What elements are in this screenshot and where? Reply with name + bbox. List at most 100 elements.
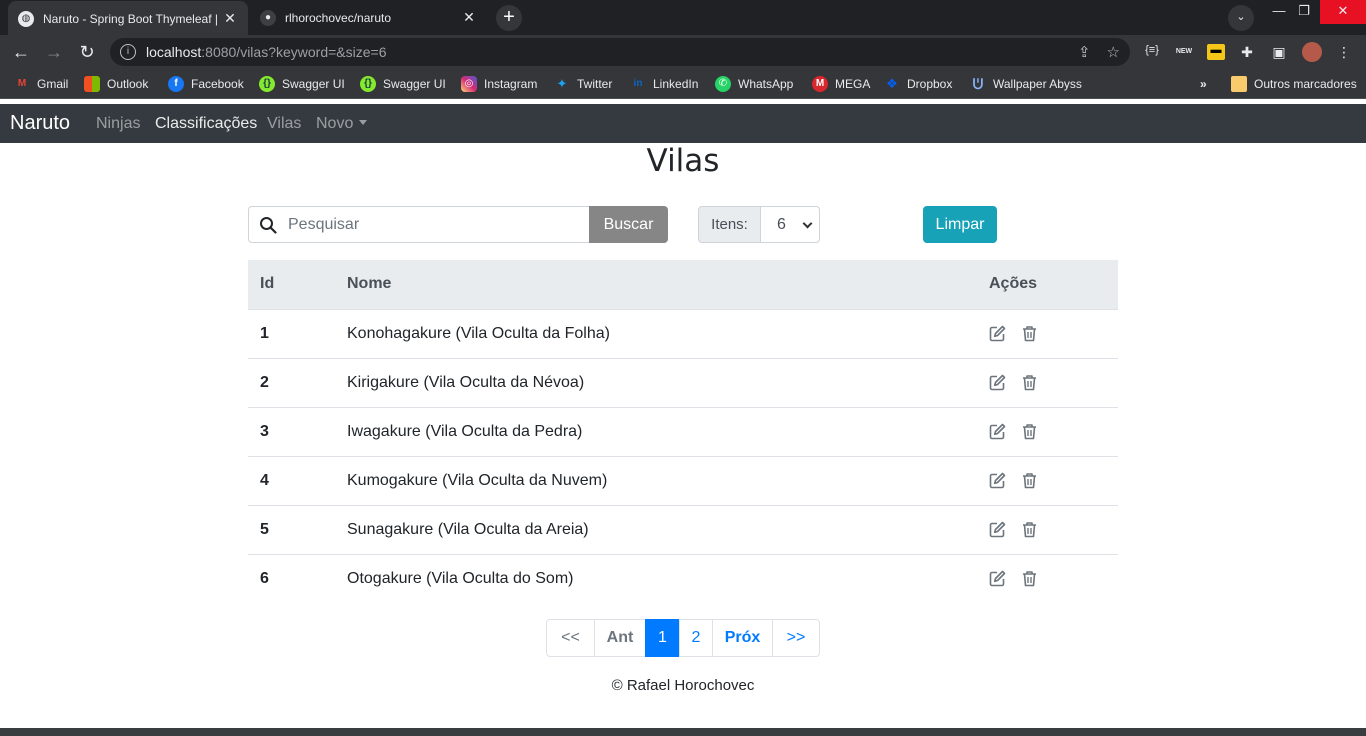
extension-new-icon[interactable]: NEW	[1175, 44, 1193, 60]
extension-json-icon[interactable]: {≡}	[1143, 44, 1161, 60]
bookmark-mega[interactable]: M MEGA	[812, 75, 870, 93]
tab-github[interactable]: ● rlhorochovec/naruto ✕	[250, 0, 487, 35]
bookmark-swagger-2[interactable]: {} Swagger UI	[360, 75, 446, 93]
row-actions	[977, 505, 1118, 554]
row-id: 4	[260, 471, 269, 489]
side-panel-icon[interactable]: ▣	[1270, 44, 1288, 60]
page-first[interactable]: <<	[546, 619, 595, 657]
edit-icon[interactable]	[989, 374, 1006, 391]
browser-tab-strip: ◍ Naruto - Spring Boot Thymeleaf | ✕ ● r…	[0, 0, 1366, 36]
page-previous[interactable]: Ant	[594, 619, 646, 657]
page-last[interactable]: >>	[772, 619, 820, 657]
menu-icon[interactable]: ⋮	[1335, 44, 1353, 60]
row-actions	[977, 456, 1118, 505]
row-actions	[977, 309, 1118, 358]
edit-icon[interactable]	[989, 325, 1006, 342]
edit-icon[interactable]	[989, 521, 1006, 538]
bookmark-linkedin[interactable]: in LinkedIn	[630, 75, 698, 93]
reload-icon[interactable]: ↻	[75, 40, 99, 64]
table-row: 6 Otogakure (Vila Oculta do Som)	[248, 554, 1118, 603]
app-navbar: Naruto Ninjas Classificações Vilas Novo	[0, 104, 1366, 143]
address-bar[interactable]: i localhost:8080/vilas?keyword=&size=6 ⇪…	[110, 38, 1130, 66]
tab-naruto[interactable]: ◍ Naruto - Spring Boot Thymeleaf | ✕	[8, 1, 248, 36]
bookmarks-overflow-icon[interactable]: »	[1200, 75, 1207, 93]
trash-icon[interactable]	[1021, 325, 1038, 342]
bookmark-whatsapp[interactable]: ✆ WhatsApp	[715, 75, 793, 93]
mega-icon: M	[812, 76, 828, 92]
nav-link-classificacoes[interactable]: Classificações	[155, 115, 257, 133]
page-2[interactable]: 2	[679, 619, 713, 657]
window-close-icon[interactable]: ✕	[1320, 0, 1366, 24]
search-input[interactable]	[288, 215, 568, 234]
trash-icon[interactable]	[1021, 472, 1038, 489]
table-header-row: Id Nome Ações	[248, 260, 1118, 310]
avatar[interactable]	[1302, 42, 1322, 62]
tab-search-button[interactable]: ⌄	[1228, 5, 1254, 31]
nav-link-ninjas[interactable]: Ninjas	[96, 115, 140, 133]
bookmark-gmail[interactable]: M Gmail	[14, 75, 69, 93]
row-id: 6	[260, 569, 269, 587]
folder-icon	[1231, 76, 1247, 92]
bookmark-outlook[interactable]: Outlook	[84, 75, 148, 93]
bookmark-dropbox[interactable]: ❖ Dropbox	[884, 75, 952, 93]
search-group: Buscar	[248, 206, 668, 243]
swagger-icon: {}	[259, 76, 275, 92]
other-bookmarks-folder[interactable]: Outros marcadores	[1231, 75, 1357, 93]
bookmark-swagger-1[interactable]: {} Swagger UI	[259, 75, 345, 93]
wallpaper-abyss-icon: ᕫ	[970, 76, 986, 92]
nav-link-vilas[interactable]: Vilas	[267, 115, 301, 133]
row-actions	[977, 358, 1118, 407]
column-header-id: Id	[248, 260, 335, 310]
search-icon	[260, 216, 277, 234]
page-1[interactable]: 1	[645, 619, 680, 657]
vilas-table: Id Nome Ações 1 Konohagakure (Vila Ocult…	[248, 260, 1118, 603]
bookmark-twitter[interactable]: ✦ Twitter	[554, 75, 613, 93]
edit-icon[interactable]	[989, 472, 1006, 489]
table-row: 1 Konohagakure (Vila Oculta da Folha)	[248, 309, 1118, 358]
extension-folder-icon[interactable]: ▬	[1207, 44, 1225, 60]
page-title: Vilas	[646, 143, 720, 179]
row-nome: Kumogakure (Vila Oculta da Nuvem)	[347, 471, 608, 489]
share-icon[interactable]: ⇪	[1078, 43, 1091, 61]
search-button[interactable]: Buscar	[589, 206, 668, 243]
trash-icon[interactable]	[1021, 521, 1038, 538]
items-per-page-select[interactable]: 6	[761, 206, 820, 243]
items-per-page-group: Itens: 6	[698, 206, 820, 243]
new-tab-button[interactable]: +	[496, 5, 522, 31]
trash-icon[interactable]	[1021, 374, 1038, 391]
nav-dropdown-novo[interactable]: Novo	[316, 115, 368, 133]
column-header-nome: Nome	[335, 260, 977, 310]
facebook-icon: f	[168, 76, 184, 92]
trash-icon[interactable]	[1021, 570, 1038, 587]
chevron-down-icon	[802, 218, 813, 229]
table-row: 5 Sunagakure (Vila Oculta da Areia)	[248, 505, 1118, 554]
close-tab-icon[interactable]: ✕	[461, 9, 477, 26]
row-nome: Otogakure (Vila Oculta do Som)	[347, 569, 574, 587]
bookmarks-bar: M Gmail Outlook f Facebook {} Swagger UI {}…	[0, 69, 1366, 99]
bookmark-facebook[interactable]: f Facebook	[168, 75, 244, 93]
puzzle-icon[interactable]: ✚	[1238, 44, 1256, 60]
bookmark-star-icon[interactable]: ☆	[1107, 43, 1120, 61]
edit-icon[interactable]	[989, 570, 1006, 587]
url-host: localhost	[146, 44, 202, 60]
close-tab-icon[interactable]: ✕	[222, 10, 238, 27]
table-row: 2 Kirigakure (Vila Oculta da Névoa)	[248, 358, 1118, 407]
bookmark-wallpaper-abyss[interactable]: ᕫ Wallpaper Abyss	[970, 75, 1082, 93]
microsoft-icon	[84, 76, 100, 92]
edit-icon[interactable]	[989, 423, 1006, 440]
page-next[interactable]: Próx	[712, 619, 773, 657]
trash-icon[interactable]	[1021, 423, 1038, 440]
browser-toolbar: ← → ↻ i localhost:8080/vilas?keyword=&si…	[0, 35, 1366, 69]
navbar-brand[interactable]: Naruto	[10, 112, 70, 135]
gmail-icon: M	[17, 78, 27, 89]
forward-icon[interactable]: →	[42, 40, 66, 64]
row-nome: Kirigakure (Vila Oculta da Névoa)	[347, 373, 585, 391]
swagger-icon: {}	[360, 76, 376, 92]
instagram-icon: ◎	[461, 76, 477, 92]
row-id: 2	[260, 373, 269, 391]
row-actions	[977, 554, 1118, 603]
back-icon[interactable]: ←	[9, 40, 33, 64]
clear-button[interactable]: Limpar	[923, 206, 997, 243]
site-info-icon[interactable]: i	[120, 44, 136, 60]
bookmark-instagram[interactable]: ◎ Instagram	[461, 75, 537, 93]
